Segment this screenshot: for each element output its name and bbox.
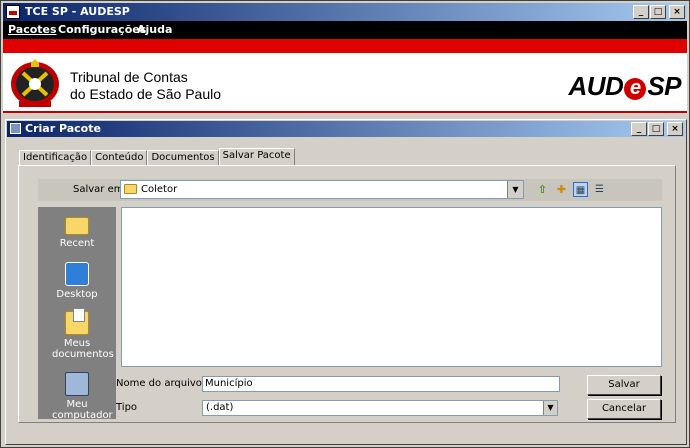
details-view-icon[interactable]: ☰ bbox=[592, 182, 607, 197]
window-icon bbox=[10, 123, 21, 134]
list-view-icon[interactable]: ▦ bbox=[573, 182, 588, 197]
inner-title-bar[interactable]: Criar Pacote _ □ × bbox=[7, 121, 685, 137]
inner-window-title: Criar Pacote bbox=[25, 122, 101, 135]
menu-pacotes[interactable]: Pacotes bbox=[8, 23, 57, 36]
inner-maximize-button[interactable]: □ bbox=[648, 122, 664, 136]
tab-salvar-pacote[interactable]: Salvar Pacote bbox=[218, 148, 295, 165]
inner-minimize-button[interactable]: _ bbox=[631, 122, 647, 136]
minimize-button[interactable]: _ bbox=[633, 5, 649, 19]
coat-of-arms-icon bbox=[11, 59, 59, 107]
place-my-computer[interactable]: Meu computador bbox=[38, 372, 116, 419]
save-in-bar: Salvar em Coletor ▼ ⇧ ✚ ▦ ☰ bbox=[38, 179, 662, 201]
file-type-select[interactable]: (.dat) ▼ bbox=[202, 400, 558, 416]
tab-identificacao[interactable]: Identificação bbox=[19, 150, 92, 165]
red-banner bbox=[3, 39, 687, 53]
save-in-combo[interactable]: Coletor ▼ bbox=[120, 180, 524, 199]
recent-folder-icon bbox=[65, 217, 89, 235]
chevron-down-icon[interactable]: ▼ bbox=[507, 181, 523, 198]
tab-documentos[interactable]: Documentos bbox=[147, 150, 219, 165]
places-bar: Recent Desktop Meus documentos Meu compu… bbox=[38, 207, 116, 419]
main-window: TCE SP - AUDESP _ □ × Pacotes Configuraç… bbox=[0, 0, 690, 448]
file-type-label: Tipo bbox=[116, 402, 138, 413]
maximize-button[interactable]: □ bbox=[650, 5, 666, 19]
save-in-value: Coletor bbox=[141, 184, 178, 195]
menu-bar: Pacotes Configurações Ajuda bbox=[3, 21, 687, 39]
criar-pacote-window: Criar Pacote _ □ × Identificação Conteúd… bbox=[5, 119, 687, 445]
tab-strip: Identificação Conteúdo Documentos Salvar… bbox=[19, 148, 295, 165]
tab-conteudo[interactable]: Conteúdo bbox=[91, 150, 148, 165]
app-icon bbox=[6, 5, 20, 19]
file-name-field[interactable]: Município bbox=[202, 376, 560, 392]
menu-configuracoes[interactable]: Configurações bbox=[58, 23, 146, 36]
desktop-icon bbox=[65, 262, 89, 286]
header-banner: Tribunal de Contas do Estado de São Paul… bbox=[3, 53, 687, 113]
title-bar[interactable]: TCE SP - AUDESP _ □ × bbox=[3, 3, 687, 21]
file-list[interactable] bbox=[121, 207, 662, 367]
folder-icon bbox=[124, 184, 137, 194]
save-in-label: Salvar em bbox=[73, 184, 124, 195]
audesp-logo: AUD e SP bbox=[568, 71, 681, 101]
org-name-line2: do Estado de São Paulo bbox=[70, 86, 222, 102]
place-desktop[interactable]: Desktop bbox=[38, 262, 116, 300]
close-button[interactable]: × bbox=[669, 5, 685, 19]
org-name-line1: Tribunal de Contas bbox=[70, 69, 188, 85]
my-computer-icon bbox=[65, 372, 89, 396]
my-documents-icon bbox=[65, 308, 89, 335]
up-folder-icon[interactable]: ⇧ bbox=[535, 182, 550, 197]
menu-ajuda[interactable]: Ajuda bbox=[137, 23, 172, 36]
cancel-button[interactable]: Cancelar bbox=[587, 399, 661, 419]
chevron-down-icon[interactable]: ▼ bbox=[543, 401, 557, 415]
new-folder-icon[interactable]: ✚ bbox=[554, 182, 569, 197]
file-type-value: (.dat) bbox=[206, 402, 234, 413]
window-title: TCE SP - AUDESP bbox=[25, 5, 130, 18]
file-name-label: Nome do arquivo bbox=[116, 378, 202, 389]
save-button[interactable]: Salvar bbox=[587, 375, 661, 395]
inner-close-button[interactable]: × bbox=[667, 122, 683, 136]
place-my-documents[interactable]: Meus documentos bbox=[38, 308, 116, 360]
place-recent[interactable]: Recent bbox=[38, 213, 116, 249]
